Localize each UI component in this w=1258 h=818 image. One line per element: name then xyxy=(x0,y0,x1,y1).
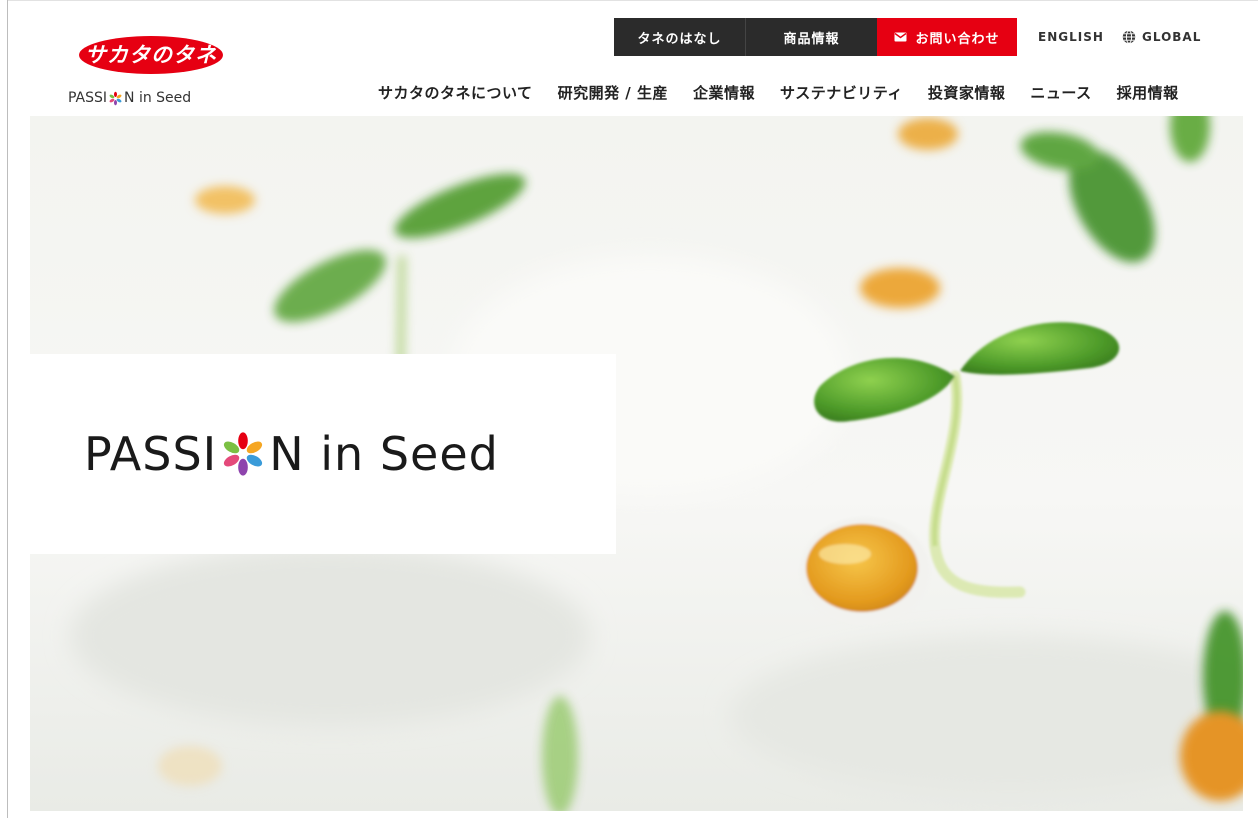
nav-item-recruit[interactable]: 採用情報 xyxy=(1117,82,1179,103)
nav-item-company[interactable]: 企業情報 xyxy=(693,82,755,103)
mail-icon xyxy=(894,32,907,42)
hero-title-end: N in Seed xyxy=(269,427,499,481)
nav-item-rd-production[interactable]: 研究開発 / 生産 xyxy=(558,82,668,103)
logo-tagline-end: N in Seed xyxy=(124,90,192,106)
nav-item-about[interactable]: サカタのタネについて xyxy=(378,82,533,103)
logo-tagline: PASSI N in Seed xyxy=(68,89,191,107)
flower-icon xyxy=(224,432,263,476)
global-site-link[interactable]: GLOBAL xyxy=(1122,18,1201,56)
site-header: サカタのタネ PASSI N in Seed タネのはなし 商品情報 お問い合わ… xyxy=(8,1,1258,116)
hero-title-start: PASSI xyxy=(84,427,218,481)
flower-icon xyxy=(109,91,122,105)
logo-tagline-start: PASSI xyxy=(68,90,108,106)
global-site-label: GLOBAL xyxy=(1142,30,1202,44)
nav-item-sustainability[interactable]: サステナビリティ xyxy=(780,82,903,103)
hero-title-card: PASSI N in Seed xyxy=(30,354,616,554)
window-left-border xyxy=(7,0,8,818)
nav-item-news[interactable]: ニュース xyxy=(1030,82,1091,103)
site-logo-link[interactable]: サカタのタネ PASSI N in Seed xyxy=(68,35,228,107)
nav-item-investors[interactable]: 投資家情報 xyxy=(928,82,1006,103)
util-products-button[interactable]: 商品情報 xyxy=(745,18,877,56)
logo-name: サカタのタネ xyxy=(85,43,217,67)
lang-english-link[interactable]: ENGLISH xyxy=(1038,18,1104,56)
hero-title: PASSI N in Seed xyxy=(84,426,499,482)
main-nav: サカタのタネについて 研究開発 / 生産 企業情報 サステナビリティ 投資家情報… xyxy=(378,80,1179,104)
util-contact-button[interactable]: お問い合わせ xyxy=(877,18,1017,56)
utility-nav: タネのはなし 商品情報 お問い合わせ xyxy=(614,18,1017,56)
hero-banner: PASSI N in Seed xyxy=(30,116,1243,811)
util-contact-label: お問い合わせ xyxy=(915,31,1000,47)
globe-icon xyxy=(1122,30,1136,44)
util-seed-story-button[interactable]: タネのはなし xyxy=(614,18,745,56)
